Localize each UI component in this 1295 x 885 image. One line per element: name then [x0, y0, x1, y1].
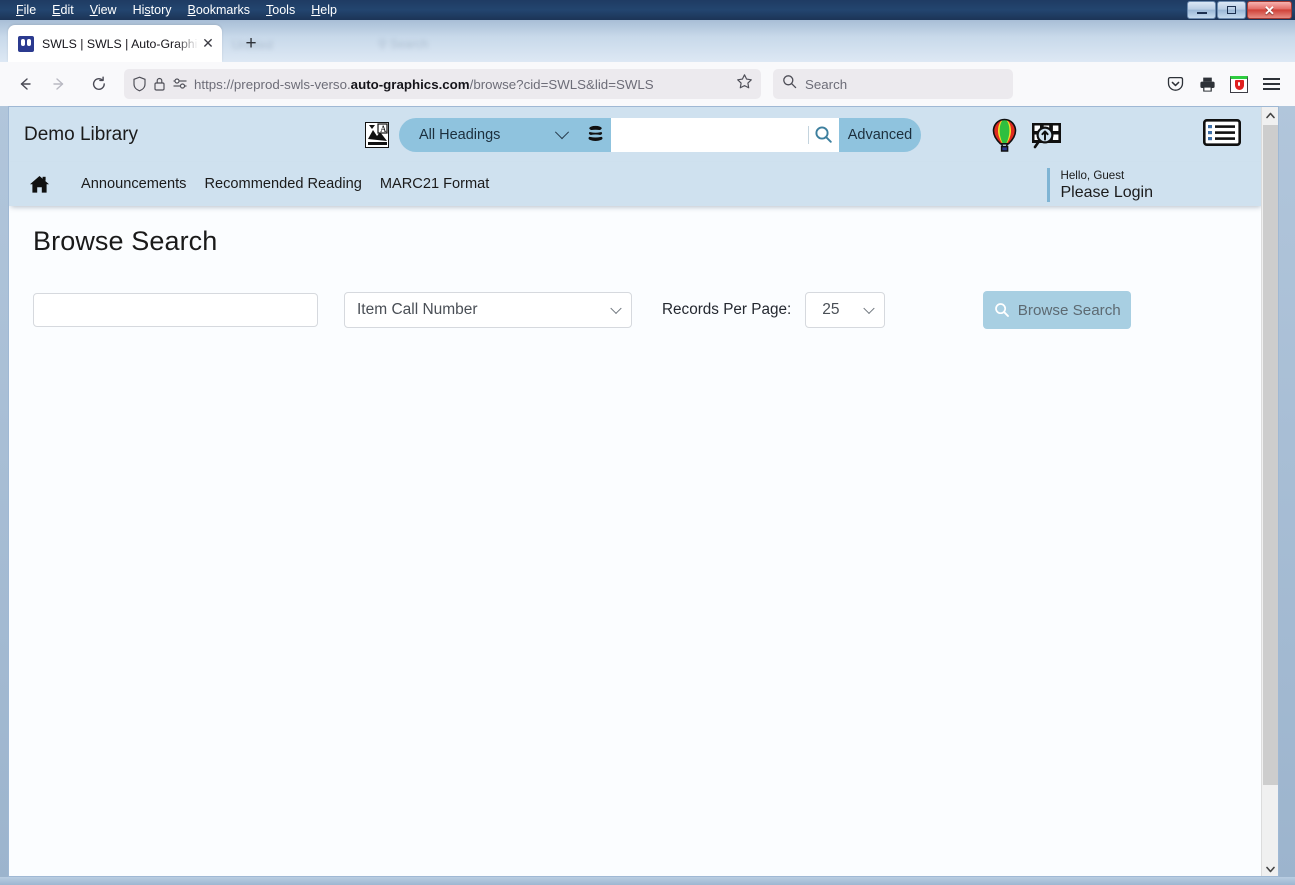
- close-icon: ✕: [1264, 2, 1275, 18]
- account-greeting: Hello, Guest: [1060, 168, 1125, 182]
- broken-image-icon: A: [365, 121, 389, 148]
- home-icon[interactable]: [29, 175, 50, 194]
- headings-select[interactable]: All Headings: [399, 117, 579, 152]
- header-icon-group: [991, 118, 1063, 152]
- catalog-search-input[interactable]: [611, 126, 808, 143]
- list-view-icon[interactable]: [1202, 118, 1242, 151]
- nav-link-recommended-reading[interactable]: Recommended Reading: [195, 176, 370, 192]
- window-frame-bottom: [0, 877, 1295, 885]
- url-suffix: /browse?cid=SWLS&lid=SWLS: [469, 76, 654, 92]
- forward-button[interactable]: [43, 69, 75, 99]
- page-viewport: Demo Library A All Headings Advanced Ann…: [8, 106, 1279, 877]
- tab-close-icon[interactable]: ✕: [200, 35, 216, 52]
- svg-text:A: A: [380, 124, 387, 134]
- records-per-page-label: Records Per Page:: [662, 301, 792, 318]
- url-bar[interactable]: https://preprod-swls-verso.auto-graphics…: [124, 69, 761, 99]
- back-arrow-icon: [20, 78, 31, 90]
- scroll-up-icon[interactable]: [1262, 107, 1278, 124]
- headings-select-value: All Headings: [419, 126, 501, 143]
- chevron-down-icon: [610, 302, 622, 315]
- browser-search-placeholder: Search: [805, 76, 848, 92]
- film-search-icon[interactable]: [1030, 118, 1063, 151]
- records-per-page-select[interactable]: 25: [805, 292, 886, 328]
- scroll-down-icon[interactable]: [1262, 861, 1278, 876]
- browse-search-button-label: Browse Search: [1017, 301, 1121, 319]
- printer-icon: [1199, 77, 1215, 92]
- url-text[interactable]: https://preprod-swls-verso.auto-graphics…: [194, 77, 730, 92]
- bookmark-star-icon[interactable]: [736, 73, 753, 95]
- search-icon: [815, 126, 833, 143]
- search-icon: [994, 303, 1009, 317]
- catalog-search-button[interactable]: [808, 125, 839, 144]
- print-button[interactable]: [1192, 70, 1222, 98]
- browser-search-bar[interactable]: Search: [773, 69, 1013, 99]
- menu-bookmarks[interactable]: Bookmarks: [180, 0, 259, 20]
- pocket-button[interactable]: [1160, 70, 1190, 98]
- ghost-artifact-2: ⚲ Search: [378, 37, 429, 51]
- chevron-down-icon: [554, 124, 570, 139]
- browse-search-form: Item Call Number Records Per Page: 25 Br…: [33, 291, 1239, 329]
- nav-link-marc21-format[interactable]: MARC21 Format: [371, 176, 498, 192]
- reload-icon: [92, 76, 105, 90]
- login-link[interactable]: Please Login: [1060, 183, 1153, 202]
- catalog-search-cluster: All Headings Advanced: [399, 117, 921, 152]
- main-content: Browse Search Item Call Number Records P…: [9, 206, 1263, 329]
- database-icon: [588, 125, 602, 141]
- close-button[interactable]: ✕: [1247, 1, 1292, 19]
- site-nav: Announcements Recommended Reading MARC21…: [9, 162, 1263, 206]
- advanced-search-button[interactable]: Advanced: [839, 117, 921, 152]
- window-controls: ✕: [1187, 1, 1292, 19]
- minimize-button[interactable]: [1187, 1, 1216, 19]
- browser-toolbar: https://preprod-swls-verso.auto-graphics…: [0, 62, 1295, 106]
- browse-index-select-value: Item Call Number: [357, 301, 478, 318]
- extension-icon: [1230, 75, 1248, 93]
- menu-icon: [1262, 78, 1280, 90]
- database-select-button[interactable]: [579, 117, 611, 152]
- extension-button[interactable]: [1224, 70, 1254, 98]
- nav-link-announcements[interactable]: Announcements: [72, 176, 195, 192]
- menu-view[interactable]: View: [82, 0, 125, 20]
- favicon-icon: [18, 35, 34, 52]
- maximize-button[interactable]: [1217, 1, 1246, 19]
- scrollbar-thumb[interactable]: [1263, 125, 1278, 785]
- new-tab-button[interactable]: +: [238, 32, 264, 56]
- account-box[interactable]: Hello, Guest Please Login: [1047, 168, 1153, 202]
- menu-bar: File Edit View History Bookmarks Tools H…: [0, 0, 1295, 20]
- back-button[interactable]: [9, 69, 41, 99]
- app-menu-button[interactable]: [1256, 70, 1286, 98]
- menu-help[interactable]: Help: [303, 0, 345, 20]
- page-content: Demo Library A All Headings Advanced Ann…: [9, 107, 1263, 876]
- lock-icon[interactable]: [153, 76, 166, 92]
- site-header: Demo Library A All Headings Advanced: [9, 107, 1263, 162]
- tab-strip: Untitled ⚲ Search SWLS | SWLS | Auto-Gra…: [0, 20, 1295, 62]
- browse-term-input[interactable]: [33, 293, 318, 327]
- tab-title: SWLS | SWLS | Auto-Graphics In: [42, 36, 198, 51]
- page-scrollbar[interactable]: [1261, 107, 1278, 876]
- page-title: Browse Search: [33, 226, 218, 256]
- records-per-page-value: 25: [822, 301, 840, 318]
- menu-file[interactable]: File: [8, 0, 44, 20]
- menu-edit[interactable]: Edit: [44, 0, 82, 20]
- url-prefix: https://preprod-swls-verso.: [194, 76, 351, 92]
- reload-button[interactable]: [83, 69, 115, 99]
- balloon-icon[interactable]: [991, 118, 1018, 152]
- permissions-icon[interactable]: [172, 77, 188, 91]
- library-brand: Demo Library: [24, 123, 139, 145]
- catalog-search-field[interactable]: [611, 117, 839, 152]
- menu-tools[interactable]: Tools: [258, 0, 303, 20]
- menu-history[interactable]: History: [125, 0, 180, 20]
- browse-index-select[interactable]: Item Call Number: [344, 292, 632, 328]
- search-icon: [782, 74, 797, 94]
- pocket-icon: [1167, 76, 1183, 91]
- shield-icon[interactable]: [132, 76, 147, 92]
- browser-window: File Edit View History Bookmarks Tools H…: [0, 0, 1295, 885]
- url-domain: auto-graphics.com: [350, 76, 470, 92]
- chevron-down-icon: [863, 302, 875, 315]
- browser-tab[interactable]: SWLS | SWLS | Auto-Graphics In ✕: [8, 25, 222, 62]
- forward-arrow-icon: [53, 78, 64, 90]
- browse-search-button[interactable]: Browse Search: [983, 291, 1132, 329]
